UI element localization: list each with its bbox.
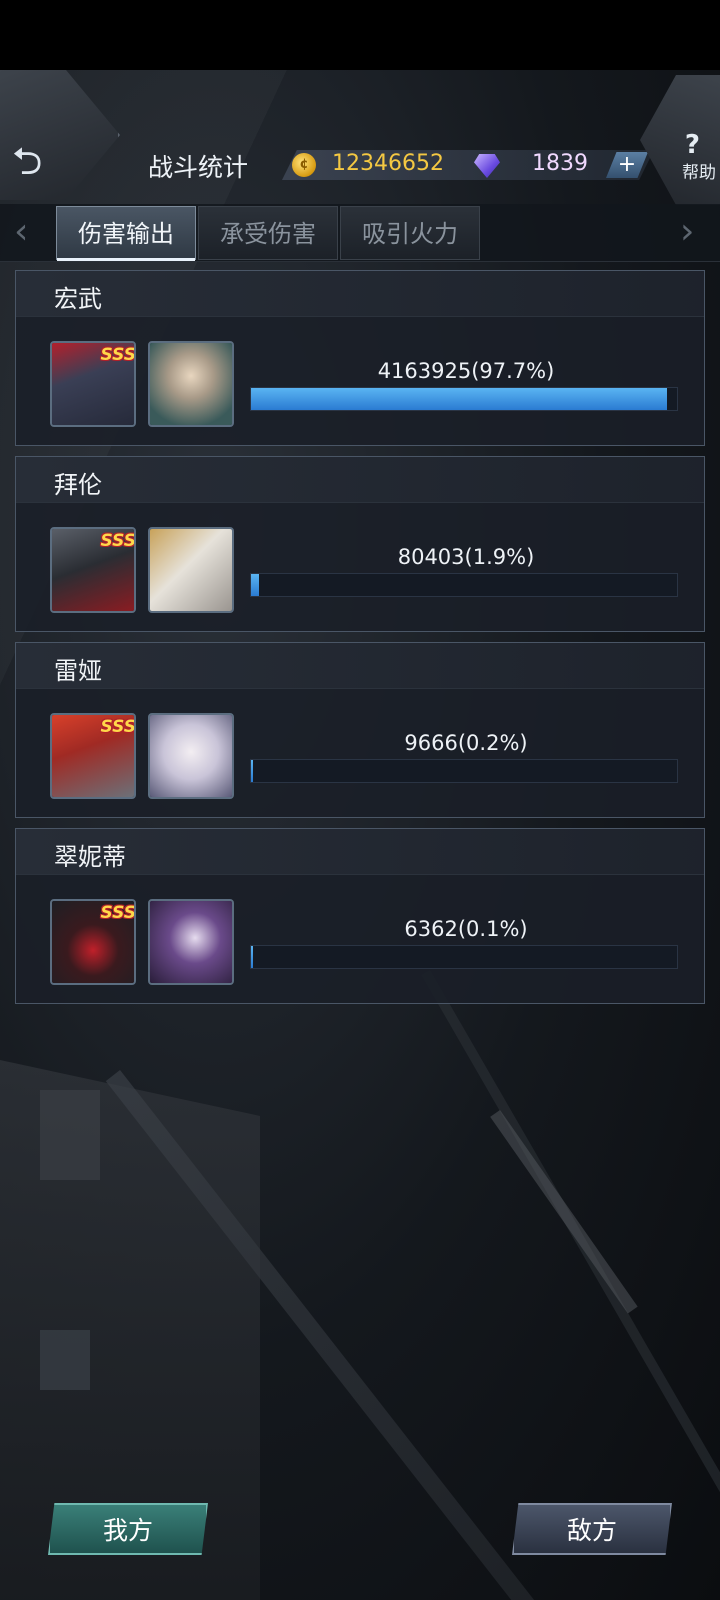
damage-bar-fill <box>251 946 253 968</box>
unit-name: 翠妮蒂 <box>54 843 126 871</box>
tab-damage-taken[interactable]: 承受伤害 <box>198 206 338 260</box>
gold-amount: 12346652 <box>332 151 444 176</box>
tab-aggro[interactable]: 吸引火力 <box>340 206 480 260</box>
background-structure <box>40 1330 90 1390</box>
card-header: 拜伦 <box>16 457 704 503</box>
help-label[interactable]: 帮助 <box>682 158 716 183</box>
damage-bar-fill <box>251 760 253 782</box>
mecha-portrait[interactable]: SSS <box>50 527 136 613</box>
unit-name: 雷娅 <box>54 657 102 685</box>
card-header: 翠妮蒂 <box>16 829 704 875</box>
rank-badge: SSS <box>100 903 136 923</box>
unit-name: 宏武 <box>54 285 102 313</box>
damage-value-label: 6362(0.1%) <box>404 917 528 941</box>
tab-next-icon[interactable]: › <box>680 214 694 250</box>
back-arrow-icon[interactable]: ⮌ <box>12 142 42 180</box>
page-title: 战斗统计 <box>148 153 249 182</box>
unit-name: 拜伦 <box>54 471 102 499</box>
pilot-portrait[interactable] <box>148 527 234 613</box>
rank-badge: SSS <box>100 717 136 737</box>
rank-badge: SSS <box>100 531 136 551</box>
gold-coin-icon: ¢ <box>292 153 316 177</box>
rank-badge: SSS <box>100 345 136 365</box>
damage-bar <box>250 573 678 597</box>
damage-bar-fill <box>251 574 260 596</box>
damage-bar <box>250 387 678 411</box>
unit-card: 拜伦 SSS 80403(1.9%) <box>15 456 705 632</box>
our-side-button[interactable]: 我方 <box>48 1503 208 1555</box>
damage-bar <box>250 759 678 783</box>
pilot-portrait[interactable] <box>148 713 234 799</box>
damage-value-label: 4163925(97.7%) <box>377 359 555 383</box>
damage-bar <box>250 945 678 969</box>
unit-card: 雷娅 SSS 9666(0.2%) <box>15 642 705 818</box>
enemy-side-button[interactable]: 敌方 <box>512 1503 672 1555</box>
mecha-portrait[interactable]: SSS <box>50 899 136 985</box>
damage-value-label: 80403(1.9%) <box>397 545 535 569</box>
background-stripe <box>490 1110 638 1314</box>
background-structure <box>40 1090 100 1180</box>
pilot-portrait[interactable] <box>148 899 234 985</box>
tab-damage-output[interactable]: 伤害输出 <box>56 206 196 261</box>
damage-value-label: 9666(0.2%) <box>404 731 528 755</box>
help-question-icon[interactable]: ? <box>685 130 700 160</box>
card-header: 宏武 <box>16 271 704 317</box>
unit-card: 宏武 SSS 4163925(97.7%) <box>15 270 705 446</box>
unit-card: 翠妮蒂 SSS 6362(0.1%) <box>15 828 705 1004</box>
card-header: 雷娅 <box>16 643 704 689</box>
tab-prev-icon[interactable]: ‹ <box>14 214 28 250</box>
damage-bar-fill <box>251 388 668 410</box>
mecha-portrait[interactable]: SSS <box>50 341 136 427</box>
pilot-portrait[interactable] <box>148 341 234 427</box>
gem-amount: 1839 <box>532 151 588 176</box>
mecha-portrait[interactable]: SSS <box>50 713 136 799</box>
